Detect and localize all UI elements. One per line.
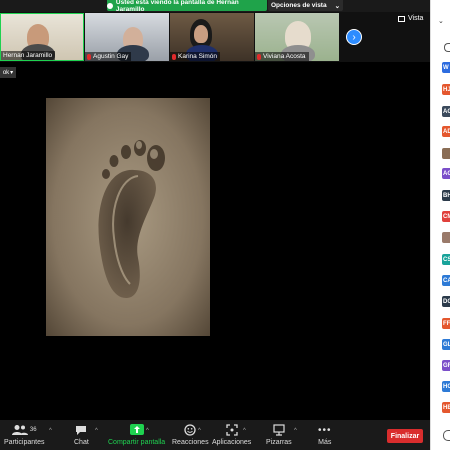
apps-label: Aplicaciones — [212, 439, 252, 446]
view-options-button[interactable]: Opciones de vista ⌄ — [268, 0, 343, 11]
chevron-up-icon[interactable]: ^ — [243, 428, 246, 434]
shared-window-tab[interactable]: ok ▾ — [0, 67, 16, 78]
participant-name-tag: Hernan Jaramillo — [1, 51, 56, 60]
sidebar-control[interactable] — [444, 43, 450, 52]
chat-label: Chat — [74, 439, 89, 446]
whiteboard-icon — [273, 424, 285, 436]
participant-avatar[interactable]: DG — [442, 296, 450, 307]
participant-video-3[interactable]: Karina Simón — [170, 13, 254, 61]
grid-view-icon — [398, 15, 405, 22]
sidebar-control[interactable] — [443, 430, 450, 441]
participant-avatar[interactable] — [442, 232, 450, 243]
participant-name-tag: Agustin Gay — [85, 52, 132, 61]
shared-window-label: ok — [2, 69, 10, 76]
chat-button[interactable]: Chat — [74, 423, 89, 446]
participants-label: Participantes — [4, 439, 45, 446]
mic-muted-icon — [172, 53, 176, 60]
participant-name: Viviana Acosta — [263, 53, 306, 60]
participant-name: Hernan Jaramillo — [3, 52, 53, 59]
whiteboard-button[interactable]: Pizarras — [266, 423, 292, 446]
footprint-image — [46, 98, 210, 336]
apps-icon — [226, 424, 238, 436]
share-screen-button[interactable]: Compartir pantalla — [108, 423, 165, 446]
chevron-down-icon: ▾ — [10, 70, 14, 76]
participant-avatar[interactable]: FF — [442, 318, 450, 329]
participant-avatar[interactable]: W — [442, 62, 450, 73]
view-options-label: Opciones de vista — [270, 2, 327, 9]
participants-button[interactable]: 36 Participantes — [4, 423, 44, 446]
mic-muted-icon — [87, 53, 91, 60]
mic-muted-icon — [257, 53, 261, 60]
chevron-up-icon[interactable]: ^ — [198, 428, 201, 434]
participant-video-1[interactable]: Hernan Jaramillo — [0, 13, 84, 61]
chevron-right-icon: › — [352, 31, 356, 43]
view-layout-button[interactable]: Vista — [398, 15, 423, 22]
participant-name: Karina Simón — [178, 53, 218, 60]
reactions-label: Reacciones — [172, 439, 209, 446]
participant-avatar[interactable]: AG — [442, 106, 450, 117]
participant-avatar[interactable]: CM — [442, 211, 450, 222]
chevron-up-icon[interactable]: ^ — [49, 428, 52, 434]
more-button[interactable]: ••• Más — [318, 423, 332, 447]
participant-avatar[interactable]: HO — [442, 381, 450, 392]
more-dots-icon: ••• — [318, 424, 332, 436]
reactions-icon — [184, 424, 196, 436]
participant-avatar[interactable]: AG — [442, 168, 450, 179]
chevron-down-icon[interactable]: ⌄ — [438, 17, 444, 25]
whiteboard-label: Pizarras — [266, 439, 292, 446]
meeting-toolbar: 36 Participantes ^ Chat ^ Compartir pant… — [0, 420, 430, 450]
chat-icon — [76, 425, 87, 435]
participant-name-tag: Karina Simón — [170, 52, 221, 61]
reactions-button[interactable]: Reacciones — [172, 423, 209, 446]
more-label: Más — [318, 439, 332, 446]
participant-avatar[interactable]: CA — [442, 275, 450, 286]
participant-video-2[interactable]: Agustin Gay — [85, 13, 169, 61]
participant-avatar[interactable]: HJ — [442, 84, 450, 95]
participants-icon — [11, 425, 28, 435]
share-screen-label: Compartir pantalla — [108, 439, 166, 446]
chevron-down-icon: ⌄ — [334, 2, 341, 10]
screen-share-banner: Usted está viendo la pantalla de Hernan … — [107, 0, 267, 13]
shared-screen-content — [46, 98, 210, 336]
participants-count: 36 — [29, 427, 37, 433]
participants-sidebar: ⌄ W HJ AG AD AG BH CM CS CA DG FF GL GR … — [430, 0, 450, 450]
participant-name-tag: Viviana Acosta — [255, 52, 309, 61]
share-screen-icon — [129, 424, 144, 435]
participant-avatar[interactable]: BH — [442, 190, 450, 201]
chevron-up-icon[interactable]: ^ — [294, 428, 297, 434]
participant-avatar[interactable]: GL — [442, 339, 450, 350]
view-layout-label: Vista — [408, 15, 424, 22]
participant-name: Agustin Gay — [93, 53, 129, 60]
end-meeting-label: Finalizar — [390, 432, 420, 440]
participant-video-4[interactable]: Viviana Acosta — [255, 13, 339, 61]
share-banner-text: Usted está viendo la pantalla de Hernan … — [115, 0, 239, 13]
next-participants-button[interactable]: › — [346, 29, 362, 45]
apps-button[interactable]: Aplicaciones — [212, 423, 251, 446]
end-meeting-button[interactable]: Finalizar — [387, 429, 423, 443]
participant-avatar[interactable]: GR — [442, 360, 450, 371]
participant-avatar[interactable]: HE — [442, 402, 450, 413]
chevron-up-icon[interactable]: ^ — [95, 428, 98, 434]
participant-avatar[interactable]: CS — [442, 254, 450, 265]
participant-avatar[interactable]: AD — [442, 126, 450, 137]
participant-avatar[interactable] — [442, 148, 450, 159]
share-status-icon — [107, 2, 113, 9]
chevron-up-icon[interactable]: ^ — [146, 428, 149, 434]
